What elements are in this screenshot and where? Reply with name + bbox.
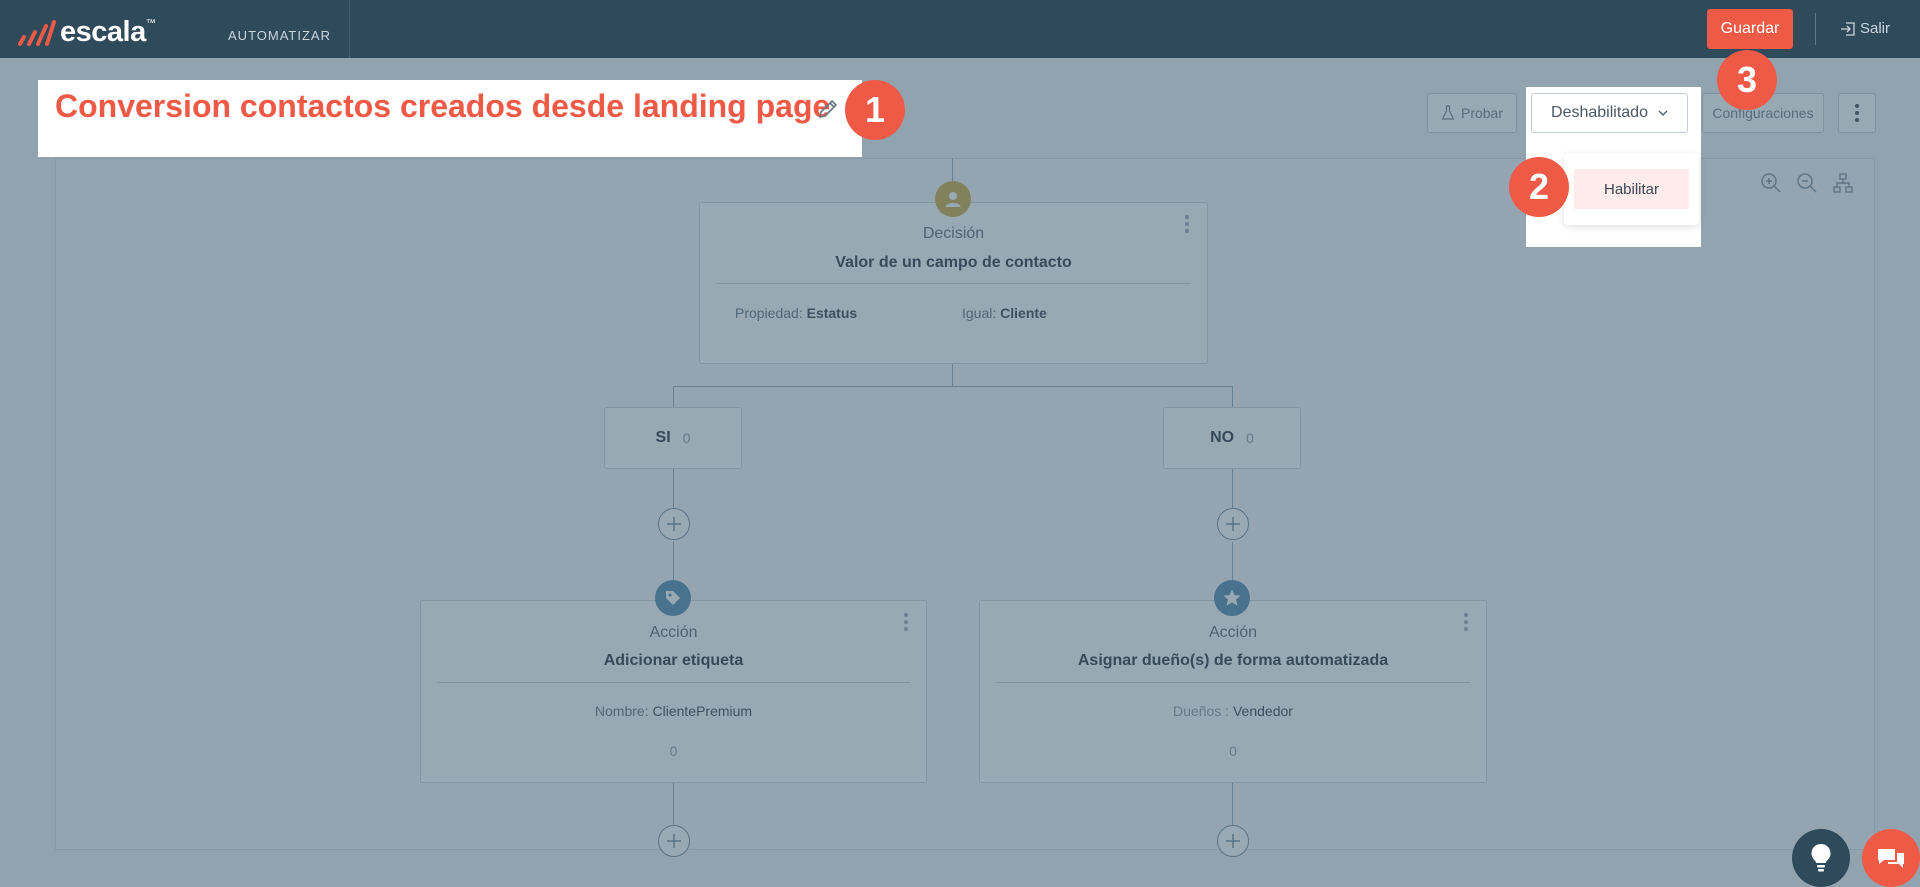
connector-line (1232, 386, 1233, 408)
connector-line (673, 386, 674, 408)
branch-yes[interactable]: SI 0 (604, 407, 742, 469)
test-button[interactable]: Probar (1427, 93, 1517, 133)
branch-label: NO (1210, 429, 1235, 446)
star-icon (1214, 580, 1250, 616)
plus-icon (667, 834, 681, 848)
tag-icon (655, 580, 691, 616)
zoom-out-icon[interactable] (1796, 172, 1818, 194)
flow-title-box: Conversion contactos creados desde landi… (38, 80, 862, 157)
save-button[interactable]: Guardar (1707, 9, 1793, 49)
connector-line (673, 386, 1233, 387)
step-badge-3: 3 (1717, 50, 1777, 110)
node-count: 0 (669, 743, 678, 759)
node-type: Acción (1208, 624, 1258, 641)
node-menu-icon[interactable] (904, 613, 908, 631)
tips-button[interactable] (1792, 829, 1850, 887)
node-name: Valor de un campo de contacto (835, 254, 1072, 271)
zoom-in-icon[interactable] (1760, 172, 1782, 194)
add-step-button[interactable] (1217, 825, 1249, 857)
node-name: Adicionar etiqueta (603, 652, 744, 669)
status-dropdown-menu: Habilitar (1564, 153, 1699, 225)
step-badge-1: 1 (845, 80, 905, 140)
chat-icon (1878, 849, 1904, 868)
exit-label: Salir (1860, 20, 1891, 37)
node-divider (437, 682, 910, 683)
node-name: Asignar dueño(s) de forma automatizada (1077, 652, 1389, 669)
chat-button[interactable] (1862, 829, 1920, 887)
status-value: Deshabilitado (1551, 104, 1648, 121)
status-dropdown[interactable]: Deshabilitado (1531, 93, 1688, 133)
owner-detail: Dueños : Vendedor (980, 703, 1486, 719)
action-node-owner[interactable]: Acción Asignar dueño(s) de forma automat… (979, 600, 1487, 783)
vertical-dots-icon (1855, 104, 1859, 122)
brand-name: escala (60, 16, 146, 48)
pencil-edit-icon[interactable] (816, 97, 840, 121)
action-node-tag[interactable]: Acción Adicionar etiqueta Nombre: Client… (420, 600, 927, 783)
decision-node[interactable]: Decisión Valor de un campo de contacto P… (699, 202, 1208, 364)
detail-label: Nombre: (594, 703, 649, 719)
equals-label: Igual: (962, 305, 997, 321)
node-type: Acción (649, 624, 698, 641)
property-detail: Propiedad: Estatus (735, 305, 857, 321)
test-label: Probar (1460, 105, 1504, 121)
detail-value: Vendedor (1232, 703, 1293, 719)
tag-name-detail: Nombre: ClientePremium (421, 703, 926, 719)
logo-bars-icon (18, 19, 56, 46)
plus-icon (1226, 517, 1240, 531)
top-navigation-bar: escala ™ AUTOMATIZAR Salir (0, 0, 1920, 58)
detail-label: Dueños : (1173, 703, 1230, 719)
add-step-button[interactable] (658, 825, 690, 857)
node-count: 0 (1229, 743, 1237, 759)
equals-detail: Igual: Cliente (962, 305, 1047, 321)
branch-count: 0 (1246, 430, 1254, 446)
org-chart-icon[interactable] (1832, 172, 1854, 194)
lightbulb-icon (1811, 844, 1831, 872)
exit-link[interactable]: Salir (1840, 20, 1890, 37)
plus-icon (667, 517, 681, 531)
connector-line (673, 468, 674, 510)
decision-user-icon (935, 181, 971, 217)
step-badge-2: 2 (1509, 157, 1569, 217)
escala-logo[interactable]: escala ™ (18, 16, 156, 49)
enable-option[interactable]: Habilitar (1574, 169, 1689, 209)
equals-value: Cliente (1000, 305, 1047, 321)
node-menu-icon[interactable] (1185, 215, 1189, 233)
node-menu-icon[interactable] (1464, 613, 1468, 631)
add-step-button[interactable] (658, 508, 690, 540)
node-divider (716, 283, 1191, 284)
trademark: ™ (145, 18, 156, 29)
nav-automatizar[interactable]: AUTOMATIZAR (210, 0, 350, 58)
branch-no[interactable]: NO 0 (1163, 407, 1301, 469)
node-divider (996, 682, 1470, 683)
connector-line (1232, 468, 1233, 510)
topbar-divider (1815, 13, 1816, 45)
canvas-zoom-tools (1760, 172, 1854, 194)
add-step-button[interactable] (1217, 508, 1249, 540)
branch-label: SI (655, 429, 671, 446)
connector-line (952, 363, 953, 387)
chevron-down-icon (1658, 110, 1668, 116)
detail-value: ClientePremium (652, 703, 753, 719)
property-label: Propiedad: (735, 305, 803, 321)
property-value: Estatus (806, 305, 858, 321)
exit-icon (1841, 21, 1855, 36)
connector-line (1232, 783, 1233, 825)
plus-icon (1226, 834, 1240, 848)
connector-line (673, 783, 674, 825)
branch-count: 0 (682, 430, 691, 446)
more-options-button[interactable] (1838, 93, 1876, 133)
flow-title[interactable]: Conversion contactos creados desde landi… (55, 88, 830, 125)
node-type: Decisión (922, 225, 985, 242)
flask-icon (1441, 105, 1455, 120)
